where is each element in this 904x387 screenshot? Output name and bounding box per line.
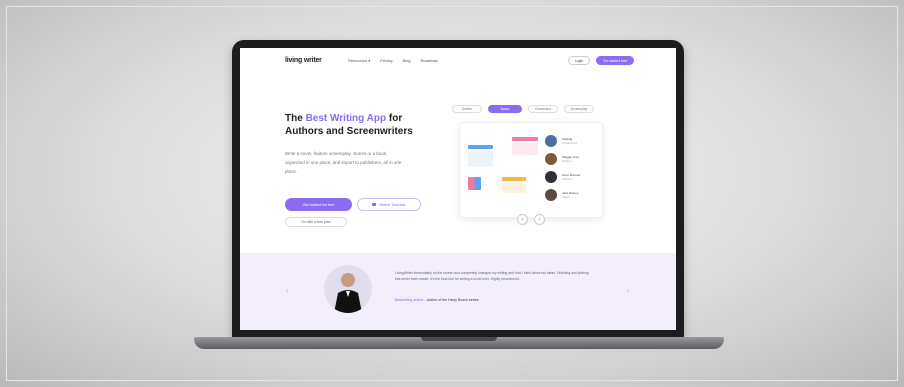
character-info: Anne Ronnan Partner bbox=[562, 173, 580, 181]
preview-tabs: Outline Board Characters Screenplay bbox=[452, 105, 594, 113]
character-row[interactable]: Jack Raines Villain bbox=[545, 189, 578, 201]
author-role: Bestselling author bbox=[395, 298, 424, 302]
sticky-note-pink bbox=[512, 137, 538, 141]
get-started-button[interactable]: Get started free bbox=[596, 56, 634, 65]
character-role: Partner bbox=[562, 159, 572, 163]
character-role: Partner bbox=[562, 177, 572, 181]
author-name: - Author of the Harry Bosch series bbox=[423, 298, 479, 302]
sticky-note-grid bbox=[468, 177, 481, 190]
watch-tutorials-button[interactable]: Watch Tutorials bbox=[357, 198, 421, 211]
character-avatar bbox=[545, 153, 557, 165]
nav-link-pricing[interactable]: Pricing bbox=[380, 58, 392, 63]
testimonial-quote: LivingWriter immediately on the screen a… bbox=[395, 271, 589, 281]
nav-links: Resources ▾ Pricing Blog Roadmap bbox=[348, 58, 438, 63]
hero-title-prefix: The bbox=[285, 113, 306, 124]
nav-link-resources[interactable]: Resources ▾ bbox=[348, 58, 370, 63]
sticky-note-light bbox=[468, 151, 493, 167]
hero-title-accent: Best Writing App bbox=[305, 113, 387, 124]
hero-description: Write a novel, feature screenplay, stori… bbox=[285, 151, 402, 174]
character-role: Protagonist bbox=[562, 141, 578, 145]
tab-outline[interactable]: Outline bbox=[452, 105, 482, 113]
character-info: Sterling Protagonist bbox=[562, 137, 577, 145]
sticky-note-orange bbox=[502, 177, 526, 181]
hero-title: The Best Writing App for Authors and Scr… bbox=[285, 112, 435, 138]
laptop-notch bbox=[421, 337, 497, 341]
preview-prev-button[interactable]: ‹ bbox=[517, 214, 528, 225]
character-row[interactable]: Anne Ronnan Partner bbox=[545, 171, 580, 183]
testimonial-author: Bestselling author - Author of the Harry… bbox=[395, 298, 479, 302]
character-role: Villain bbox=[562, 195, 570, 199]
free-plan-button[interactable]: Go with a free plan bbox=[285, 217, 347, 227]
character-avatar bbox=[545, 135, 557, 147]
character-avatar bbox=[545, 189, 557, 201]
tab-characters[interactable]: Characters bbox=[528, 105, 558, 113]
start-free-button[interactable]: Get started for free bbox=[285, 198, 352, 211]
character-info: Jack Raines Villain bbox=[562, 191, 578, 199]
laptop-screen: living writer Resources ▾ Pricing Blog R… bbox=[240, 48, 676, 330]
sticky-note-orange-light bbox=[502, 183, 526, 193]
testimonial-prev-arrow[interactable]: ‹ bbox=[286, 288, 288, 295]
nav-link-roadmap[interactable]: Roadmap bbox=[421, 58, 438, 63]
nav-link-blog[interactable]: Blog bbox=[402, 58, 410, 63]
tab-screenplay[interactable]: Screenplay bbox=[564, 105, 594, 113]
preview-card: Sterling Protagonist Maggie Grey Partner A… bbox=[459, 122, 603, 218]
author-photo bbox=[324, 265, 372, 313]
character-avatar bbox=[545, 171, 557, 183]
character-row[interactable]: Sterling Protagonist bbox=[545, 135, 577, 147]
character-info: Maggie Grey Partner bbox=[562, 155, 579, 163]
watch-tutorials-label: Watch Tutorials bbox=[379, 202, 406, 207]
play-icon bbox=[372, 203, 377, 206]
testimonial-section: ‹ LivingWriter immediately on the screen… bbox=[240, 253, 676, 330]
character-row[interactable]: Maggie Grey Partner bbox=[545, 153, 579, 165]
login-button[interactable]: Login bbox=[568, 56, 590, 65]
sticky-note-pink-light bbox=[512, 143, 538, 155]
testimonial-next-arrow[interactable]: › bbox=[627, 288, 629, 295]
site-logo[interactable]: living writer bbox=[285, 57, 322, 64]
preview-next-button[interactable]: › bbox=[534, 214, 545, 225]
sticky-note-blue bbox=[468, 145, 493, 149]
tab-board[interactable]: Board bbox=[488, 105, 522, 113]
